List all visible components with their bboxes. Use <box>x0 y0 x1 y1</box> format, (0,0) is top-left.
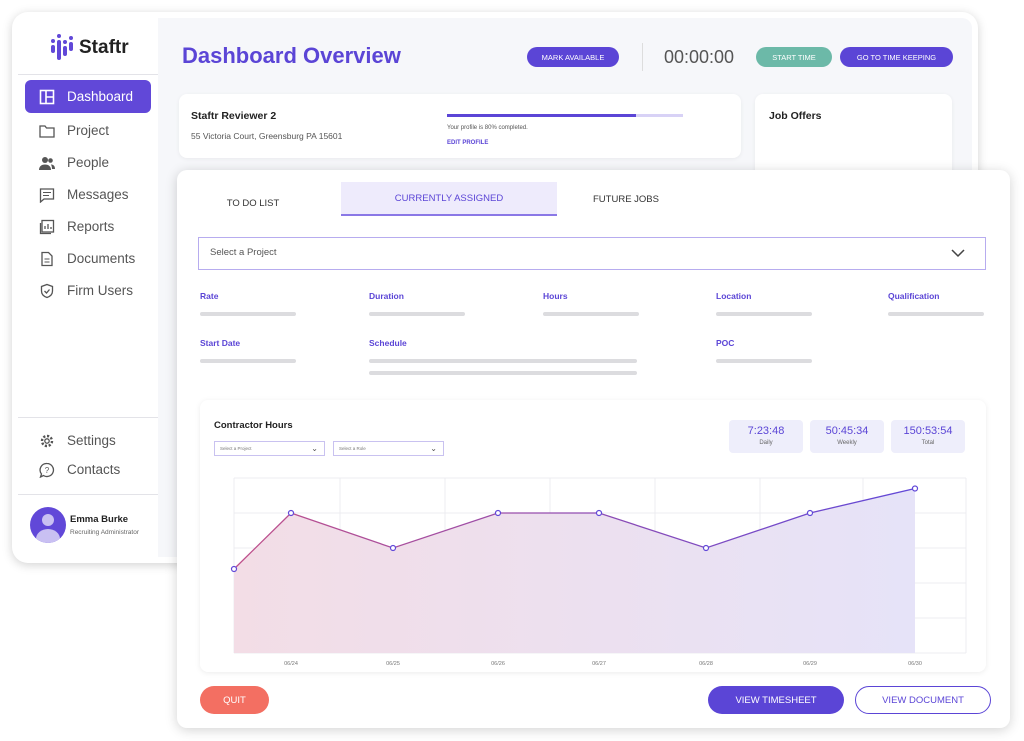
x-tick-label: 06/28 <box>699 661 713 667</box>
quit-button[interactable]: QUIT <box>200 686 269 714</box>
view-timesheet-button[interactable]: VIEW TIMESHEET <box>708 686 844 714</box>
x-tick-label: 06/29 <box>803 661 817 667</box>
data-point <box>494 509 502 517</box>
data-point <box>806 509 814 517</box>
data-point <box>911 485 919 492</box>
x-tick-label: 06/30 <box>908 661 922 667</box>
x-tick-label: 06/27 <box>592 661 606 667</box>
data-point <box>287 509 295 517</box>
x-tick-label: 06/25 <box>386 661 400 667</box>
data-point <box>595 509 603 517</box>
data-point <box>230 565 238 573</box>
data-point <box>389 544 397 552</box>
x-tick-label: 06/26 <box>491 661 505 667</box>
contractor-hours-chart: 06/24 06/25 06/26 06/27 06/28 06/29 06/30 <box>230 477 967 667</box>
view-document-button[interactable]: VIEW DOCUMENT <box>855 686 991 714</box>
x-tick-label: 06/24 <box>284 661 298 667</box>
data-point <box>702 544 710 552</box>
